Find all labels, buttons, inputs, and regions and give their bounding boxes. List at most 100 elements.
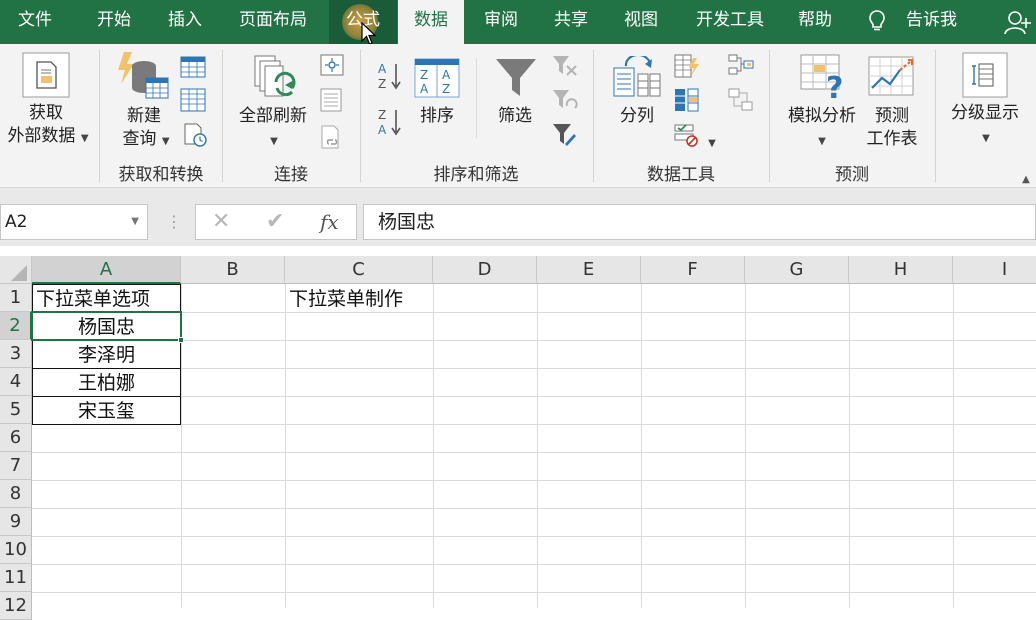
group-separator bbox=[593, 50, 594, 182]
formula-input[interactable]: 杨国忠 bbox=[363, 204, 1036, 240]
mouse-cursor-icon bbox=[361, 22, 377, 45]
group-label-forecast: 预测 bbox=[835, 165, 869, 185]
tab-insert[interactable]: 插入 bbox=[154, 0, 216, 40]
share-user-icon[interactable] bbox=[1004, 10, 1032, 36]
tab-formulas[interactable]: 公式 bbox=[329, 0, 397, 45]
tab-review[interactable]: 审阅 bbox=[472, 0, 530, 40]
column-header-g[interactable]: G bbox=[745, 256, 849, 284]
active-cell-selection bbox=[31, 311, 182, 341]
gridline bbox=[32, 536, 1036, 537]
formula-bar: A2 ▼ ⋮ ✕ ✔ fx 杨国忠 bbox=[0, 188, 1036, 246]
row-header-2[interactable]: 2 bbox=[0, 312, 32, 340]
worksheet-grid[interactable]: A B C D E F G H I 1 2 3 4 5 6 7 8 9 10 1… bbox=[0, 256, 1036, 620]
svg-text:Z: Z bbox=[378, 108, 386, 122]
group-separator bbox=[222, 50, 223, 182]
reapply-filter-icon[interactable] bbox=[552, 88, 578, 114]
consolidate-icon[interactable] bbox=[728, 54, 754, 76]
remove-duplicates-icon[interactable] bbox=[674, 88, 700, 112]
column-header-f[interactable]: F bbox=[641, 256, 745, 284]
tab-home[interactable]: 开始 bbox=[84, 0, 144, 40]
enter-check-icon[interactable]: ✔ bbox=[266, 209, 284, 234]
cell-a4[interactable]: 王柏娜 bbox=[32, 369, 181, 397]
gridline bbox=[285, 284, 286, 608]
new-query-icon bbox=[118, 52, 169, 99]
select-all-triangle-icon bbox=[11, 265, 27, 281]
row-header-9[interactable]: 9 bbox=[0, 508, 32, 536]
row-header-5[interactable]: 5 bbox=[0, 396, 32, 424]
show-queries-icon[interactable] bbox=[180, 56, 206, 78]
group-separator bbox=[769, 50, 770, 182]
row-header-4[interactable]: 4 bbox=[0, 368, 32, 396]
properties-icon[interactable] bbox=[320, 88, 342, 112]
clear-filter-icon[interactable] bbox=[552, 54, 578, 78]
gridline bbox=[32, 368, 1036, 369]
data-validation-icon[interactable] bbox=[674, 122, 700, 148]
row-header-12[interactable]: 12 bbox=[0, 592, 32, 620]
svg-text:?: ? bbox=[826, 71, 843, 100]
sort-descending-icon[interactable]: Z A bbox=[376, 106, 404, 138]
gridline bbox=[32, 508, 1036, 509]
svg-text:Z: Z bbox=[378, 77, 386, 91]
tab-data[interactable]: 数据 bbox=[398, 0, 464, 44]
tab-file[interactable]: 文件 bbox=[4, 0, 66, 40]
refresh-all-icon bbox=[254, 55, 296, 97]
cell-c1[interactable]: 下拉菜单制作 bbox=[289, 285, 433, 313]
cancel-icon[interactable]: ✕ bbox=[212, 209, 230, 234]
gridline bbox=[433, 284, 434, 608]
connections-icon[interactable] bbox=[320, 54, 344, 76]
group-separator bbox=[360, 50, 361, 182]
column-header-c[interactable]: C bbox=[285, 256, 433, 284]
tab-tell-me[interactable]: 告诉我 bbox=[860, 0, 970, 40]
column-header-e[interactable]: E bbox=[537, 256, 641, 284]
tab-developer[interactable]: 开发工具 bbox=[684, 0, 776, 40]
tab-help[interactable]: 帮助 bbox=[786, 0, 844, 40]
advanced-filter-icon[interactable] bbox=[552, 122, 578, 148]
gridline bbox=[641, 284, 642, 608]
cell-a1[interactable]: 下拉菜单选项 bbox=[36, 285, 180, 313]
group-separator bbox=[99, 50, 100, 182]
gridline bbox=[32, 424, 1036, 425]
row-header-3[interactable]: 3 bbox=[0, 340, 32, 368]
name-box[interactable]: A2 ▼ bbox=[0, 204, 148, 240]
sort-ascending-icon[interactable]: A Z bbox=[376, 60, 404, 92]
lightbulb-icon bbox=[869, 10, 885, 31]
column-header-b[interactable]: B bbox=[181, 256, 285, 284]
row-header-10[interactable]: 10 bbox=[0, 536, 32, 564]
row-header-1[interactable]: 1 bbox=[0, 284, 32, 312]
gridline bbox=[32, 452, 1036, 453]
flash-fill-icon[interactable] bbox=[674, 54, 700, 78]
group-label-sort-filter: 排序和筛选 bbox=[433, 165, 519, 185]
tab-share[interactable]: 共享 bbox=[542, 0, 600, 40]
insert-function-icon[interactable]: fx bbox=[320, 210, 339, 234]
recent-sources-icon[interactable] bbox=[182, 122, 208, 148]
edit-links-icon[interactable] bbox=[320, 124, 344, 150]
text-to-columns-icon bbox=[613, 56, 661, 97]
sort-icon: Z A A Z bbox=[414, 58, 460, 98]
column-header-i[interactable]: I bbox=[953, 256, 1036, 284]
fill-handle[interactable] bbox=[178, 337, 184, 343]
svg-text:A: A bbox=[442, 68, 451, 82]
relationships-icon[interactable] bbox=[728, 88, 754, 112]
column-header-a[interactable]: A bbox=[32, 256, 181, 284]
gridline bbox=[32, 592, 1036, 593]
from-table-icon[interactable] bbox=[180, 88, 206, 112]
cell-a3[interactable]: 李泽明 bbox=[32, 341, 181, 369]
chevron-down-icon[interactable]: ▼ bbox=[131, 205, 139, 239]
tab-page-layout[interactable]: 页面布局 bbox=[226, 0, 320, 40]
column-header-d[interactable]: D bbox=[433, 256, 537, 284]
more-options-icon[interactable]: ⋮ bbox=[166, 212, 182, 231]
svg-text:Z: Z bbox=[420, 68, 428, 82]
column-header-h[interactable]: H bbox=[849, 256, 953, 284]
row-header-11[interactable]: 11 bbox=[0, 564, 32, 592]
gridline bbox=[849, 284, 850, 608]
row-header-8[interactable]: 8 bbox=[0, 480, 32, 508]
row-header-6[interactable]: 6 bbox=[0, 424, 32, 452]
row-header-7[interactable]: 7 bbox=[0, 452, 32, 480]
data-validation-dropdown[interactable]: ▼ bbox=[706, 132, 718, 155]
what-if-analysis-icon: ? bbox=[800, 54, 843, 100]
tab-view[interactable]: 视图 bbox=[612, 0, 670, 40]
external-data-icon bbox=[22, 52, 70, 98]
select-all-corner[interactable] bbox=[0, 256, 32, 284]
cell-a5[interactable]: 宋玉玺 bbox=[32, 397, 181, 425]
svg-text:A: A bbox=[420, 82, 429, 96]
